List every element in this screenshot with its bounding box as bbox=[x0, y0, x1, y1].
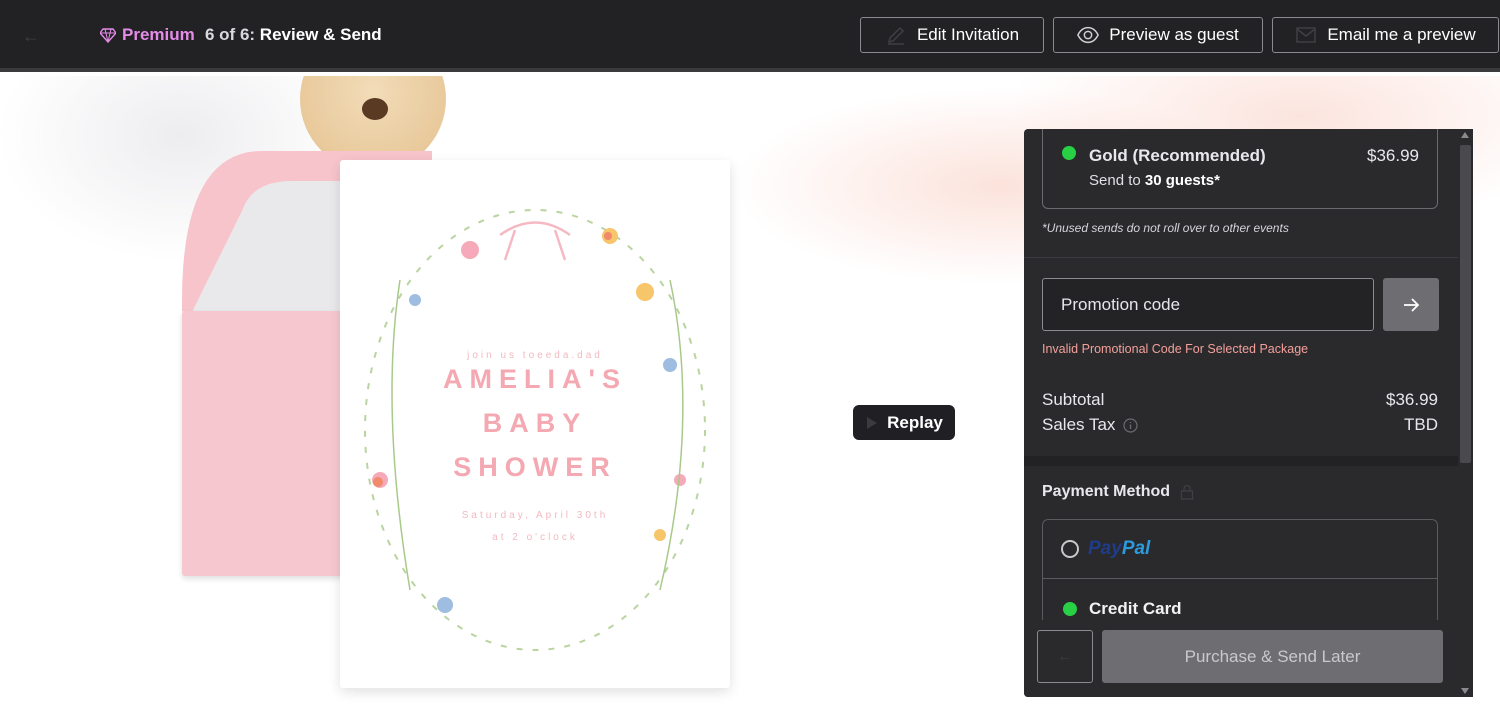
edit-invitation-label: Edit Invitation bbox=[916, 25, 1020, 44]
email-preview-label: Email me a preview bbox=[1327, 25, 1476, 44]
preview-as-guest-button[interactable]: Preview as guest bbox=[1053, 17, 1263, 53]
pencil-icon bbox=[887, 26, 905, 45]
promo-error-message: Invalid Promotional Code For Selected Pa… bbox=[1042, 342, 1309, 356]
scroll-up-arrow-icon[interactable] bbox=[1461, 132, 1469, 138]
section-separator bbox=[1024, 456, 1458, 466]
replay-icon bbox=[867, 416, 878, 429]
invitation-card: join us toeeda.dad AMELIA'S BABY SHOWER … bbox=[340, 160, 730, 688]
apply-promo-button[interactable] bbox=[1383, 278, 1439, 331]
diamond-icon bbox=[100, 28, 116, 43]
credit-card-label: Credit Card bbox=[1089, 598, 1182, 618]
guest-count: 30 guests* bbox=[1144, 172, 1220, 189]
send-prefix: Send to bbox=[1089, 172, 1141, 189]
step-name: Review & Send bbox=[259, 25, 382, 44]
premium-label: Premium bbox=[122, 25, 195, 44]
spool-hole bbox=[362, 98, 388, 120]
top-bar: ← Premium 6 of 6: Review & Send Edit Inv… bbox=[0, 0, 1500, 72]
checkout-panel: Gold (Recommended) $36.99 Send to 30 gue… bbox=[1024, 129, 1458, 697]
email-preview-button[interactable]: Email me a preview bbox=[1272, 17, 1499, 53]
divider bbox=[1024, 257, 1458, 258]
subtotal-label: Subtotal bbox=[1042, 390, 1105, 409]
invitation-name-text: AMELIA'S bbox=[443, 364, 627, 394]
back-button[interactable]: ← bbox=[1037, 630, 1093, 683]
back-arrow-icon[interactable]: ← bbox=[22, 26, 42, 46]
preview-as-guest-label: Preview as guest bbox=[1109, 25, 1239, 44]
panel-scrollbar[interactable] bbox=[1458, 129, 1473, 697]
step-indicator: 6 of 6: Review & Send bbox=[205, 25, 382, 45]
eye-icon bbox=[1077, 26, 1100, 44]
envelope-icon bbox=[1296, 27, 1317, 43]
payment-method-title: Payment Method bbox=[1042, 483, 1194, 501]
promotion-code-input[interactable] bbox=[1042, 278, 1374, 331]
scrollbar-thumb[interactable] bbox=[1460, 145, 1471, 463]
invitation-date-text: Saturday, April 30th bbox=[461, 510, 609, 521]
package-name: Gold (Recommended) bbox=[1089, 146, 1266, 165]
edit-invitation-button[interactable]: Edit Invitation bbox=[860, 17, 1044, 53]
lock-icon bbox=[1180, 484, 1194, 500]
replay-label: Replay bbox=[887, 412, 943, 432]
package-send-count: Send to 30 guests* bbox=[1089, 172, 1220, 189]
payment-option-paypal[interactable]: PayPal bbox=[1043, 520, 1437, 579]
arrow-left-icon: ← bbox=[1057, 647, 1073, 665]
sales-tax-row: Sales Tax TBD bbox=[1042, 415, 1438, 435]
arrow-right-icon bbox=[1404, 297, 1420, 312]
sales-tax-label-wrap: Sales Tax bbox=[1042, 415, 1139, 435]
package-option-gold[interactable]: Gold (Recommended) $36.99 Send to 30 gue… bbox=[1042, 129, 1438, 209]
info-icon[interactable] bbox=[1123, 417, 1139, 433]
premium-badge: Premium bbox=[100, 25, 195, 45]
paypal-logo: PayPal bbox=[1088, 538, 1151, 559]
package-price: $36.99 bbox=[1367, 146, 1419, 165]
invitation-time-text: at 2 o'clock bbox=[492, 532, 578, 543]
sales-tax-label: Sales Tax bbox=[1042, 415, 1116, 434]
scroll-down-arrow-icon[interactable] bbox=[1461, 688, 1469, 694]
replay-button[interactable]: Replay bbox=[853, 405, 955, 440]
step-prefix: 6 of 6: bbox=[205, 25, 256, 44]
invitation-shower-text: SHOWER bbox=[453, 452, 617, 482]
sales-tax-value: TBD bbox=[1404, 415, 1438, 434]
invitation-intro-text: join us toeeda.dad bbox=[467, 350, 603, 361]
purchase-send-later-button[interactable]: Purchase & Send Later bbox=[1102, 630, 1443, 683]
subtotal-row: Subtotal $36.99 bbox=[1042, 390, 1438, 410]
unused-sends-note: *Unused sends do not roll over to other … bbox=[1042, 221, 1289, 235]
invitation-baby-text: BABY bbox=[482, 408, 588, 438]
subtotal-value: $36.99 bbox=[1386, 390, 1438, 409]
checkout-footer: ← Purchase & Send Later bbox=[1024, 620, 1458, 697]
payment-method-label: Payment Method bbox=[1042, 483, 1171, 500]
unselected-radio-icon[interactable] bbox=[1061, 540, 1079, 558]
selected-radio-icon[interactable] bbox=[1063, 601, 1077, 616]
selected-radio-icon bbox=[1062, 146, 1076, 160]
